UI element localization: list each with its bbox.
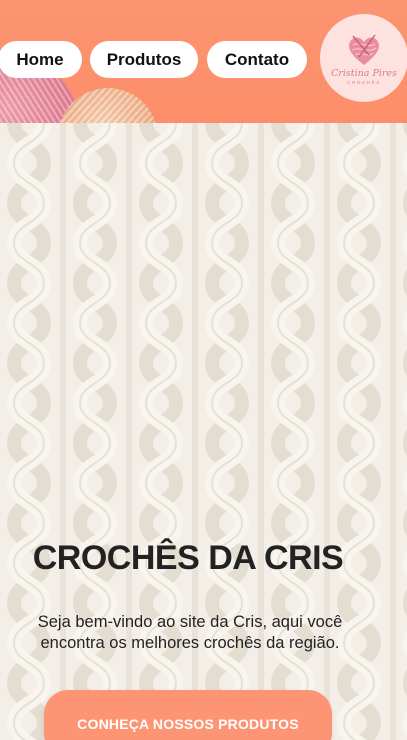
hero-description: Seja bem-vindo ao site da Cris, aqui voc… (37, 613, 343, 652)
brand-logo[interactable]: Cristina Pires CROCHÊS (320, 14, 407, 102)
site-header: Home Produtos Contato Cristina Pires CRO… (0, 0, 407, 123)
hero-section: CROCHÊS DA CRIS Seja bem-vindo ao site d… (0, 123, 407, 740)
nav-contato-button[interactable]: Contato (207, 41, 307, 78)
hero-title: CROCHÊS DA CRIS (32, 539, 344, 577)
nav-produtos-button[interactable]: Produtos (90, 41, 198, 78)
logo-tagline: CROCHÊS (347, 79, 381, 85)
logo-name: Cristina Pires (331, 68, 397, 80)
yarn-heart-icon (349, 34, 379, 66)
nav-home-button[interactable]: Home (0, 41, 82, 78)
peach-yarn-ball-image (58, 88, 158, 123)
cta-products-button[interactable]: CONHEÇA NOSSOS PRODUTOS (44, 690, 332, 740)
